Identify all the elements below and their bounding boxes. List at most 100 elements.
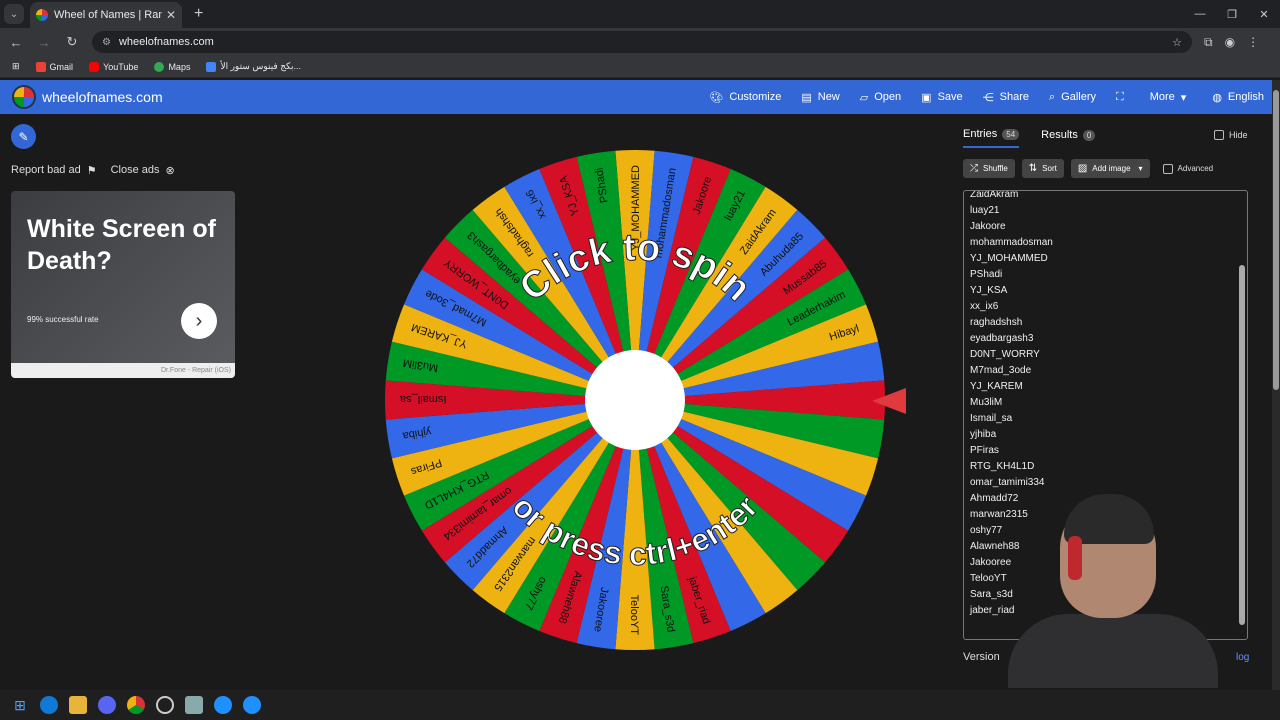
entry-line[interactable]: Mu3liM [970, 395, 1053, 411]
entry-line[interactable]: yjhiba [970, 427, 1053, 443]
bookmark-label: YouTube [103, 61, 139, 72]
new-tab-button[interactable]: + [194, 5, 203, 23]
wheel-center[interactable] [585, 350, 685, 450]
chevron-down-icon: ▾ [1180, 91, 1187, 104]
save-icon: ▣ [921, 91, 932, 104]
site-title[interactable]: wheelofnames.com [42, 89, 163, 105]
button-label: Shuffle [983, 164, 1008, 173]
share-icon: ⋲ [982, 91, 994, 104]
page-scroll-thumb[interactable] [1273, 90, 1279, 390]
entry-line[interactable]: omar_tamimi334 [970, 475, 1053, 491]
share-button[interactable]: ⋲ Share [983, 91, 1029, 104]
maximize-button[interactable]: ❐ [1216, 0, 1248, 28]
entry-line[interactable]: Ismail_sa [970, 411, 1053, 427]
open-button[interactable]: ▱ Open [860, 91, 901, 104]
edit-pencil-icon[interactable]: ✎ [11, 124, 36, 149]
chrome-icon[interactable] [127, 696, 145, 714]
back-icon[interactable]: ← [4, 30, 28, 54]
tab-label: Entries [963, 128, 998, 140]
close-tab-icon[interactable]: ✕ [166, 8, 176, 22]
app-icon[interactable] [214, 696, 232, 714]
changelog-link[interactable]: log [1236, 652, 1249, 663]
entry-line[interactable]: eyadbargash3 [970, 331, 1053, 347]
streamer-body [1008, 614, 1218, 688]
customize-button[interactable]: 🎨︎ Customize [709, 91, 781, 104]
profile-icon[interactable]: ◉ [1225, 35, 1235, 49]
entry-line[interactable]: M7mad_3ode [970, 363, 1053, 379]
advanced-label: Advanced [1177, 164, 1214, 173]
edge-icon[interactable] [40, 696, 58, 714]
site-header: wheelofnames.com 🎨︎ Customize ▤ New ▱ Open … [0, 80, 1272, 114]
button-label: Sort [1042, 164, 1057, 173]
menu-label: Open [874, 91, 902, 103]
entry-line[interactable]: Jakoore [970, 219, 1053, 235]
headset-icon [1068, 536, 1082, 580]
discord-icon[interactable] [98, 696, 116, 714]
entry-line[interactable]: luay21 [970, 203, 1053, 219]
file-explorer-icon[interactable] [69, 696, 87, 714]
bookmark-youtube[interactable]: YouTube [89, 61, 139, 72]
entry-line[interactable]: D0NT_WORRY [970, 347, 1053, 363]
flag-icon[interactable]: ⚑ [87, 164, 97, 177]
entries-count-badge: 54 [1002, 128, 1020, 140]
hide-checkbox[interactable] [1214, 130, 1224, 140]
bookmarks-bar: ⊞ Gmail YouTube Maps بكج فينوس ستور الأ.… [0, 56, 1280, 78]
sort-button[interactable]: ⇅ Sort [1021, 159, 1064, 178]
url-field[interactable]: ⚙ wheelofnames.com ☆ [92, 31, 1192, 53]
save-button[interactable]: ▣ Save [921, 91, 962, 104]
entries-scrollbar[interactable] [1238, 193, 1246, 637]
tab-entries[interactable]: Entries 54 [963, 128, 1020, 148]
menu-label: Customize [729, 91, 782, 103]
wheel[interactable]: YJ_MOHAMMED mohammadosman Jakoore luay21 Zai… [385, 150, 885, 650]
browser-menu-icon[interactable]: ⋮ [1247, 35, 1259, 49]
more-button[interactable]: More ▾ [1150, 91, 1193, 104]
minimize-button[interactable]: — [1184, 0, 1216, 28]
advanced-toggle[interactable]: Advanced [1162, 163, 1214, 174]
advertisement[interactable]: White Screen of Death? 99% successful ra… [11, 191, 235, 378]
reload-icon[interactable]: ↻ [60, 30, 84, 54]
entries-toolbar: ⤮ Shuffle ⇅ Sort ▨ Add image ▾ Advanced [963, 159, 1213, 178]
language-button[interactable]: ◍ English [1212, 91, 1264, 104]
entry-line[interactable]: YJ_MOHAMMED [970, 251, 1053, 267]
entry-line[interactable]: ZaidAkram [970, 191, 1053, 203]
entry-line[interactable]: YJ_KAREM [970, 379, 1053, 395]
bookmark-store[interactable]: بكج فينوس ستور الأ... [206, 61, 301, 72]
page-scrollbar[interactable] [1272, 80, 1280, 690]
obs-icon[interactable] [156, 696, 174, 714]
app-icon[interactable] [185, 696, 203, 714]
extensions-icon[interactable]: ⧉ [1204, 35, 1213, 50]
bookmark-star-icon[interactable]: ☆ [1172, 36, 1182, 49]
browser-tab[interactable]: Wheel of Names | Random nam ✕ [30, 2, 182, 28]
close-ads-icon[interactable]: ⊗ [166, 164, 175, 177]
tab-results[interactable]: Results 0 [1041, 128, 1096, 148]
close-window-button[interactable]: ✕ [1248, 0, 1280, 28]
new-button[interactable]: ▤ New [801, 91, 839, 104]
entry-line[interactable]: RTG_KH4L1D [970, 459, 1053, 475]
add-image-button[interactable]: ▨ Add image ▾ [1070, 159, 1150, 178]
forward-icon[interactable]: → [32, 30, 56, 54]
ad-controls: Report bad ad ⚑ Close ads ⊗ [11, 164, 181, 177]
site-logo-icon[interactable] [12, 85, 36, 109]
advanced-checkbox[interactable] [1162, 163, 1173, 174]
bookmark-gmail[interactable]: Gmail [35, 61, 73, 72]
entry-line[interactable]: xx_ix6 [970, 299, 1053, 315]
bookmark-maps[interactable]: Maps [154, 61, 190, 72]
gallery-button[interactable]: ⌕ Gallery [1049, 91, 1096, 104]
hide-toggle[interactable]: Hide [1214, 130, 1248, 140]
fullscreen-button[interactable]: ⛶ [1116, 91, 1130, 104]
apps-icon[interactable]: ⊞ [12, 61, 20, 72]
entry-line[interactable]: PShadi [970, 267, 1053, 283]
entry-line[interactable]: raghadshsh [970, 315, 1053, 331]
ad-arrow-icon[interactable]: › [181, 303, 217, 339]
tab-list-button[interactable]: ⌄ [4, 4, 24, 24]
shuffle-button[interactable]: ⤮ Shuffle [963, 159, 1015, 178]
entries-scroll-thumb[interactable] [1239, 265, 1245, 625]
entry-line[interactable]: mohammadosman [970, 235, 1053, 251]
close-ads-link[interactable]: Close ads [111, 164, 160, 177]
site-info-icon[interactable]: ⚙ [102, 37, 111, 48]
windows-start-icon[interactable]: ⊞ [11, 696, 29, 714]
report-bad-ad-link[interactable]: Report bad ad [11, 164, 81, 177]
app-icon[interactable] [243, 696, 261, 714]
entry-line[interactable]: YJ_KSA [970, 283, 1053, 299]
entry-line[interactable]: PFiras [970, 443, 1053, 459]
